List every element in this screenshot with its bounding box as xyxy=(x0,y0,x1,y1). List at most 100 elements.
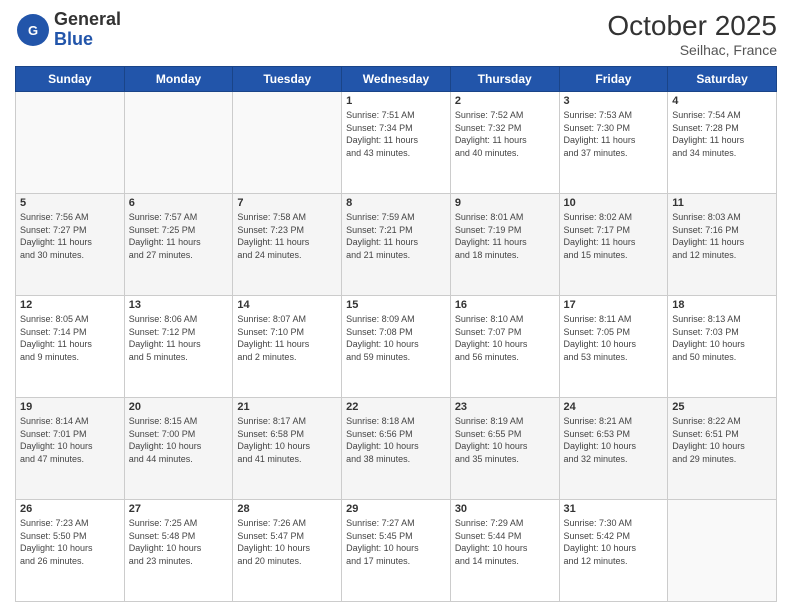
day-info: Sunrise: 8:17 AM Sunset: 6:58 PM Dayligh… xyxy=(237,415,337,465)
calendar-cell: 22Sunrise: 8:18 AM Sunset: 6:56 PM Dayli… xyxy=(342,398,451,500)
calendar-cell: 6Sunrise: 7:57 AM Sunset: 7:25 PM Daylig… xyxy=(124,194,233,296)
month-title: October 2025 xyxy=(607,10,777,42)
day-number: 12 xyxy=(20,299,120,311)
day-info: Sunrise: 8:03 AM Sunset: 7:16 PM Dayligh… xyxy=(672,211,772,261)
location: Seilhac, France xyxy=(607,42,777,58)
calendar-cell: 16 Sunrise: 8:10 AM Sunset: 7:07 PM Dayli… xyxy=(450,296,559,398)
day-header-saturday: Saturday xyxy=(668,67,777,92)
calendar-cell: 9 Sunrise: 8:01 AM Sunset: 7:19 PM Daylig… xyxy=(450,194,559,296)
day-number: 31 xyxy=(564,503,664,515)
day-info: Sunrise: 7:30 AM Sunset: 5:42 PM Dayligh… xyxy=(564,517,664,567)
day-info: Sunrise: 8:07 AM Sunset: 7:10 PM Dayligh… xyxy=(237,313,337,363)
calendar-cell: 27 Sunrise: 7:25 AM Sunset: 5:48 PM Dayli… xyxy=(124,500,233,602)
day-number: 30 xyxy=(455,503,555,515)
day-info: Sunrise: 7:51 AM Sunset: 7:34 PM Dayligh… xyxy=(346,109,446,159)
days-header-row: SundayMondayTuesdayWednesdayThursdayFrid… xyxy=(16,67,777,92)
day-number: 13 xyxy=(129,299,229,311)
day-number: 11 xyxy=(672,197,772,209)
calendar-cell xyxy=(668,500,777,602)
day-number: 2 xyxy=(455,95,555,107)
header: G General Blue October 2025 Seilhac, Fra… xyxy=(15,10,777,58)
day-number: 9 xyxy=(455,197,555,209)
svg-text:G: G xyxy=(28,23,38,38)
day-number: 3 xyxy=(564,95,664,107)
day-info: Sunrise: 8:21 AM Sunset: 6:53 PM Dayligh… xyxy=(564,415,664,465)
week-row-3: 12 Sunrise: 8:05 AM Sunset: 7:14 PM Dayli… xyxy=(16,296,777,398)
day-info: Sunrise: 8:22 AM Sunset: 6:51 PM Dayligh… xyxy=(672,415,772,465)
day-number: 7 xyxy=(237,197,337,209)
day-info: Sunrise: 8:01 AM Sunset: 7:19 PM Dayligh… xyxy=(455,211,555,261)
day-info: Sunrise: 7:54 AM Sunset: 7:28 PM Dayligh… xyxy=(672,109,772,159)
day-number: 15 xyxy=(346,299,446,311)
day-info: Sunrise: 8:15 AM Sunset: 7:00 PM Dayligh… xyxy=(129,415,229,465)
day-header-tuesday: Tuesday xyxy=(233,67,342,92)
page: G General Blue October 2025 Seilhac, Fra… xyxy=(0,0,792,612)
calendar-cell: 19Sunrise: 8:14 AM Sunset: 7:01 PM Dayli… xyxy=(16,398,125,500)
day-number: 5 xyxy=(20,197,120,209)
day-number: 17 xyxy=(564,299,664,311)
calendar-cell: 29Sunrise: 7:27 AM Sunset: 5:45 PM Dayli… xyxy=(342,500,451,602)
week-row-1: 1Sunrise: 7:51 AM Sunset: 7:34 PM Daylig… xyxy=(16,92,777,194)
day-number: 20 xyxy=(129,401,229,413)
calendar-cell: 5 Sunrise: 7:56 AM Sunset: 7:27 PM Daylig… xyxy=(16,194,125,296)
day-number: 22 xyxy=(346,401,446,413)
calendar-cell: 14 Sunrise: 8:07 AM Sunset: 7:10 PM Dayli… xyxy=(233,296,342,398)
day-number: 18 xyxy=(672,299,772,311)
calendar-cell: 30 Sunrise: 7:29 AM Sunset: 5:44 PM Dayli… xyxy=(450,500,559,602)
logo: G General Blue xyxy=(15,10,121,50)
calendar-cell: 10Sunrise: 8:02 AM Sunset: 7:17 PM Dayli… xyxy=(559,194,668,296)
day-header-monday: Monday xyxy=(124,67,233,92)
calendar-cell xyxy=(124,92,233,194)
calendar-cell: 1Sunrise: 7:51 AM Sunset: 7:34 PM Daylig… xyxy=(342,92,451,194)
day-number: 8 xyxy=(346,197,446,209)
day-info: Sunrise: 8:09 AM Sunset: 7:08 PM Dayligh… xyxy=(346,313,446,363)
calendar-cell: 3 Sunrise: 7:53 AM Sunset: 7:30 PM Daylig… xyxy=(559,92,668,194)
calendar-cell xyxy=(16,92,125,194)
day-info: Sunrise: 8:13 AM Sunset: 7:03 PM Dayligh… xyxy=(672,313,772,363)
day-info: Sunrise: 8:11 AM Sunset: 7:05 PM Dayligh… xyxy=(564,313,664,363)
day-info: Sunrise: 8:19 AM Sunset: 6:55 PM Dayligh… xyxy=(455,415,555,465)
week-row-2: 5 Sunrise: 7:56 AM Sunset: 7:27 PM Daylig… xyxy=(16,194,777,296)
title-section: October 2025 Seilhac, France xyxy=(607,10,777,58)
calendar-cell: 4 Sunrise: 7:54 AM Sunset: 7:28 PM Daylig… xyxy=(668,92,777,194)
calendar-cell: 24 Sunrise: 8:21 AM Sunset: 6:53 PM Dayli… xyxy=(559,398,668,500)
day-info: Sunrise: 7:27 AM Sunset: 5:45 PM Dayligh… xyxy=(346,517,446,567)
day-info: Sunrise: 8:05 AM Sunset: 7:14 PM Dayligh… xyxy=(20,313,120,363)
day-info: Sunrise: 7:53 AM Sunset: 7:30 PM Dayligh… xyxy=(564,109,664,159)
day-info: Sunrise: 8:06 AM Sunset: 7:12 PM Dayligh… xyxy=(129,313,229,363)
day-info: Sunrise: 7:59 AM Sunset: 7:21 PM Dayligh… xyxy=(346,211,446,261)
calendar-cell: 15 Sunrise: 8:09 AM Sunset: 7:08 PM Dayli… xyxy=(342,296,451,398)
day-number: 14 xyxy=(237,299,337,311)
day-info: Sunrise: 8:10 AM Sunset: 7:07 PM Dayligh… xyxy=(455,313,555,363)
calendar-cell: 17 Sunrise: 8:11 AM Sunset: 7:05 PM Dayli… xyxy=(559,296,668,398)
day-info: Sunrise: 7:52 AM Sunset: 7:32 PM Dayligh… xyxy=(455,109,555,159)
calendar-cell: 26 Sunrise: 7:23 AM Sunset: 5:50 PM Dayli… xyxy=(16,500,125,602)
calendar-cell: 23Sunrise: 8:19 AM Sunset: 6:55 PM Dayli… xyxy=(450,398,559,500)
day-number: 24 xyxy=(564,401,664,413)
day-number: 28 xyxy=(237,503,337,515)
day-info: Sunrise: 7:29 AM Sunset: 5:44 PM Dayligh… xyxy=(455,517,555,567)
day-info: Sunrise: 7:23 AM Sunset: 5:50 PM Dayligh… xyxy=(20,517,120,567)
calendar-cell: 8 Sunrise: 7:59 AM Sunset: 7:21 PM Daylig… xyxy=(342,194,451,296)
logo-icon: G xyxy=(15,12,51,48)
week-row-5: 26 Sunrise: 7:23 AM Sunset: 5:50 PM Dayli… xyxy=(16,500,777,602)
day-header-sunday: Sunday xyxy=(16,67,125,92)
day-info: Sunrise: 7:58 AM Sunset: 7:23 PM Dayligh… xyxy=(237,211,337,261)
calendar-table: SundayMondayTuesdayWednesdayThursdayFrid… xyxy=(15,66,777,602)
day-number: 4 xyxy=(672,95,772,107)
calendar-cell: 28Sunrise: 7:26 AM Sunset: 5:47 PM Dayli… xyxy=(233,500,342,602)
calendar-cell: 2 Sunrise: 7:52 AM Sunset: 7:32 PM Daylig… xyxy=(450,92,559,194)
calendar-cell xyxy=(233,92,342,194)
day-info: Sunrise: 7:57 AM Sunset: 7:25 PM Dayligh… xyxy=(129,211,229,261)
calendar-cell: 11 Sunrise: 8:03 AM Sunset: 7:16 PM Dayli… xyxy=(668,194,777,296)
day-number: 16 xyxy=(455,299,555,311)
logo-text: General Blue xyxy=(54,10,121,50)
day-info: Sunrise: 7:25 AM Sunset: 5:48 PM Dayligh… xyxy=(129,517,229,567)
calendar-cell: 20 Sunrise: 8:15 AM Sunset: 7:00 PM Dayli… xyxy=(124,398,233,500)
day-header-thursday: Thursday xyxy=(450,67,559,92)
day-number: 26 xyxy=(20,503,120,515)
day-number: 25 xyxy=(672,401,772,413)
day-number: 27 xyxy=(129,503,229,515)
calendar-cell: 25 Sunrise: 8:22 AM Sunset: 6:51 PM Dayli… xyxy=(668,398,777,500)
day-info: Sunrise: 7:56 AM Sunset: 7:27 PM Dayligh… xyxy=(20,211,120,261)
